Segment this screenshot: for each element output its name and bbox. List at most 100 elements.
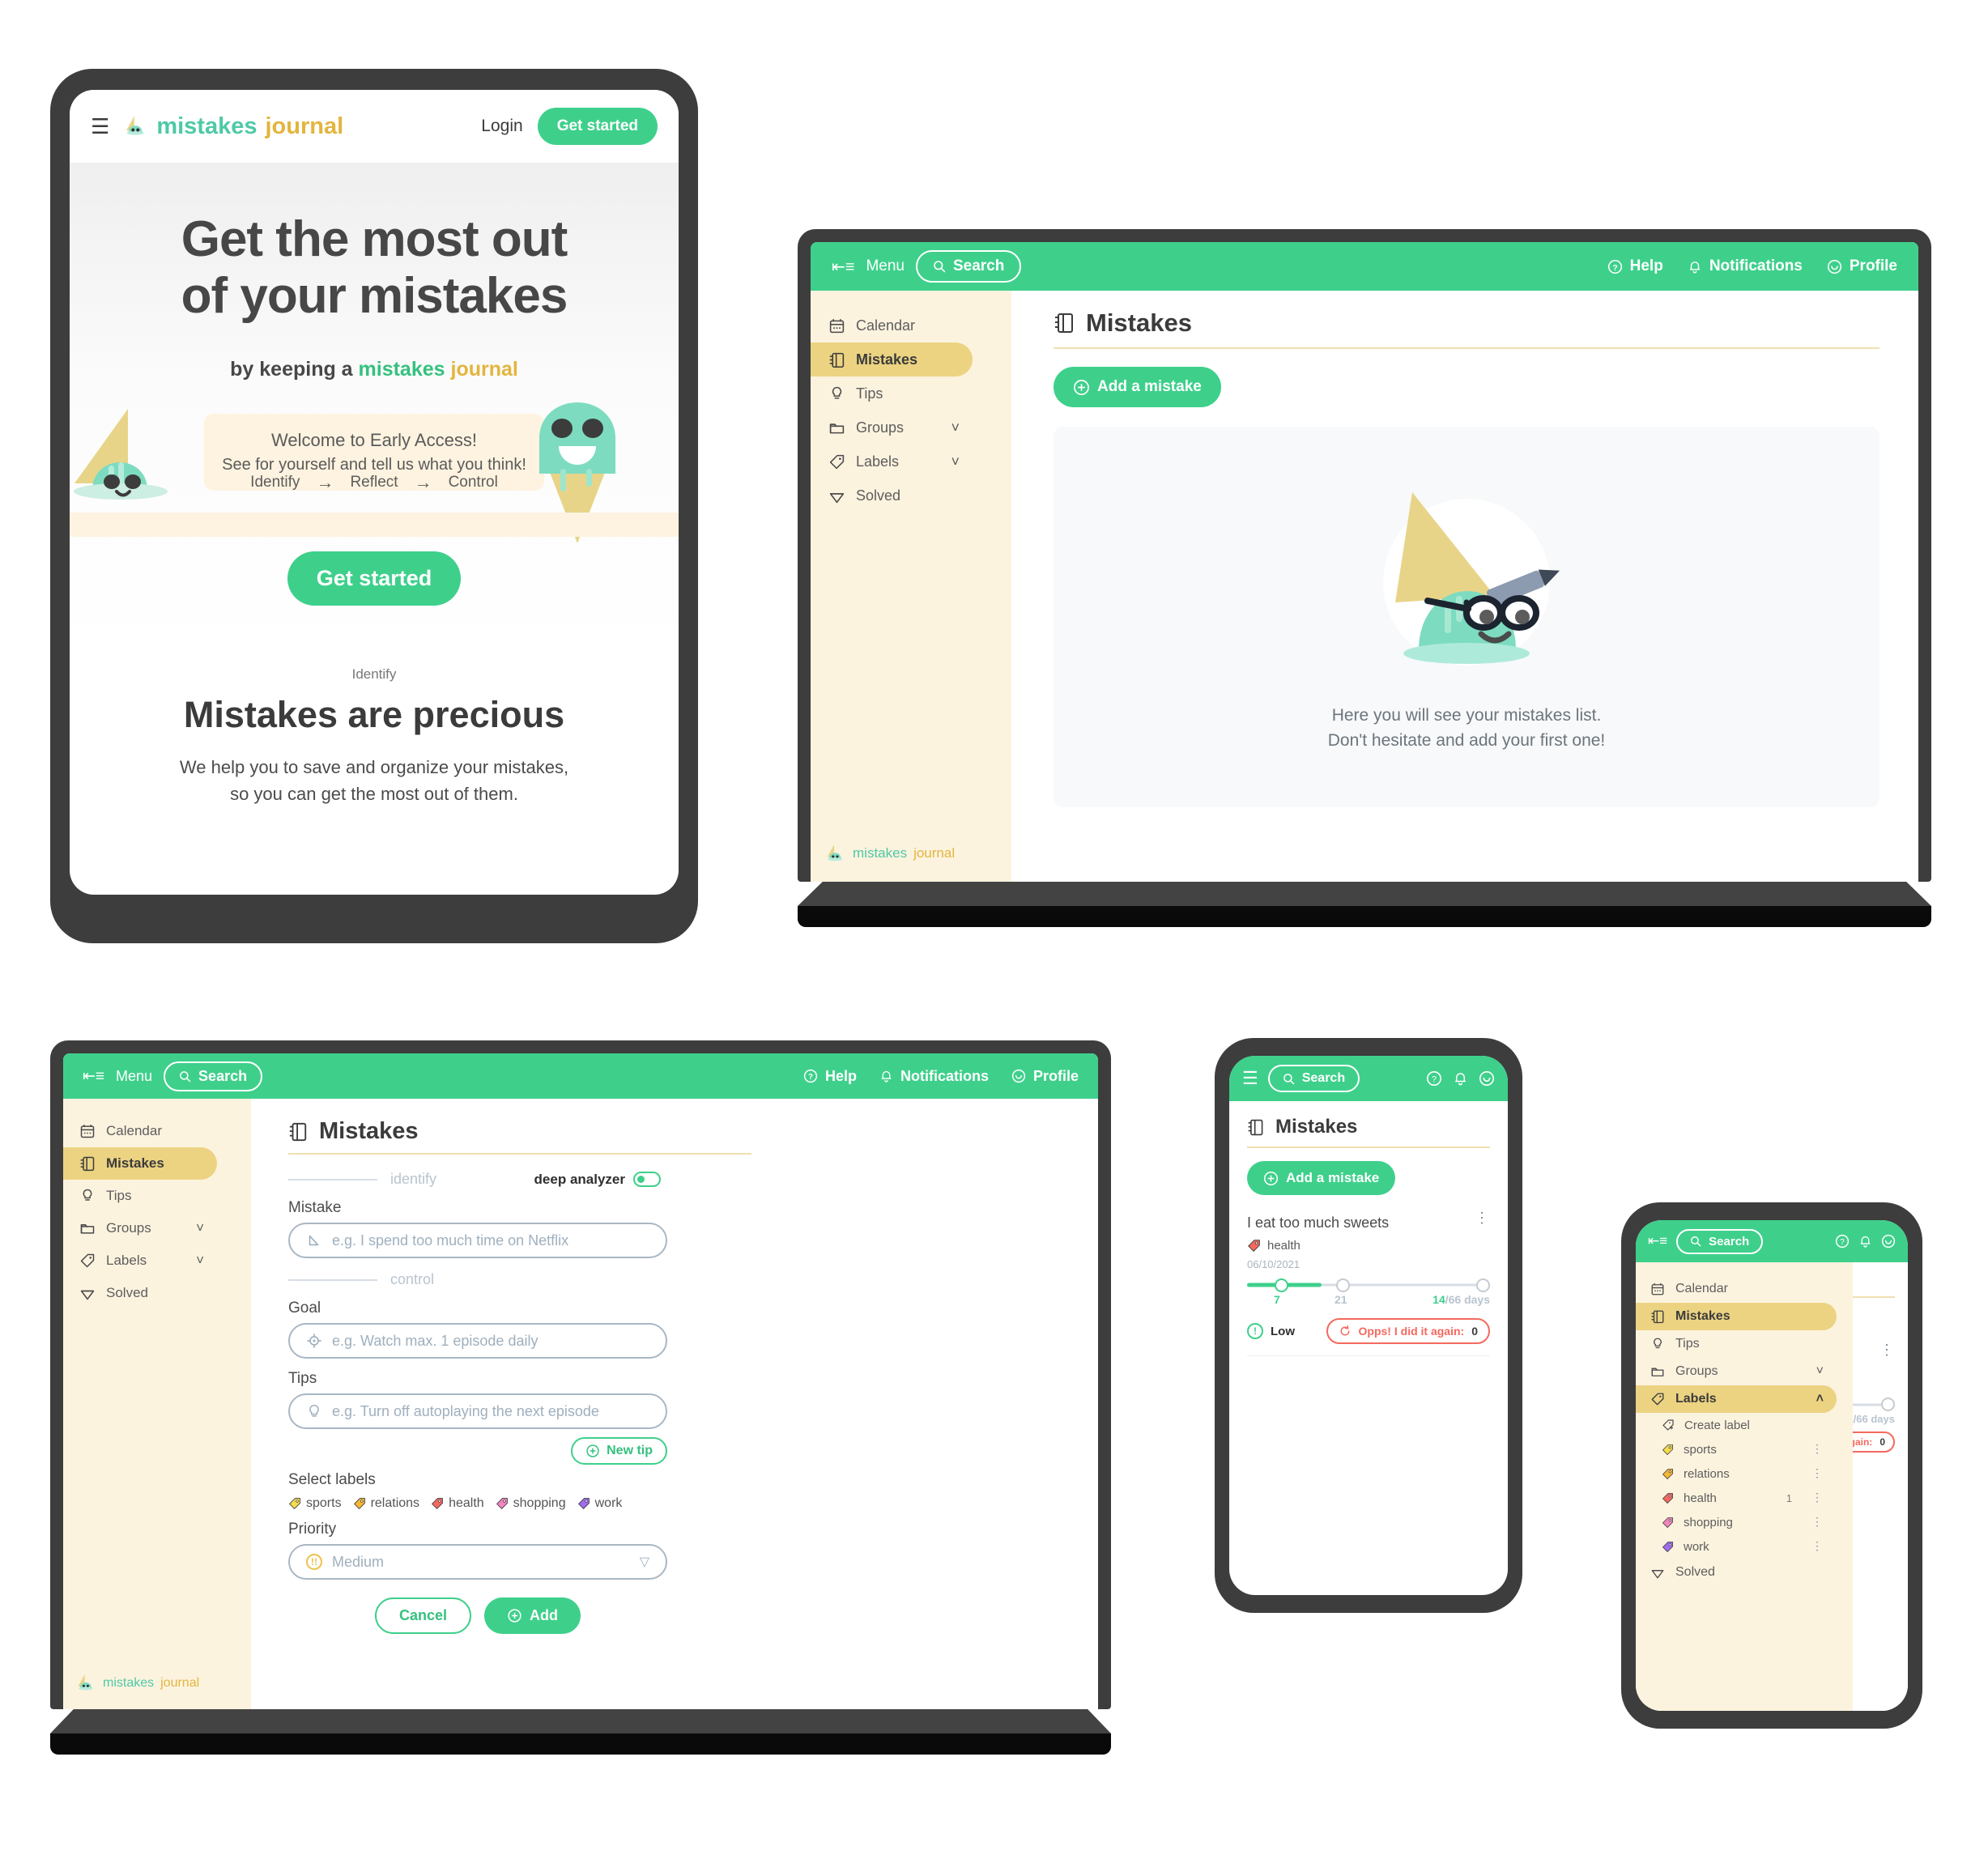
- hero-get-started-button[interactable]: Get started: [287, 551, 462, 606]
- sidebar-label-relations[interactable]: relations ⋮: [1636, 1461, 1837, 1486]
- card-menu-icon[interactable]: ⋮: [1879, 1342, 1895, 1357]
- landing-navbar: ☰ mistakes journal Login Get started: [70, 90, 679, 163]
- deep-analyzer-toggle[interactable]: [633, 1172, 661, 1187]
- collapse-menu-icon[interactable]: ⇤≡: [83, 1067, 104, 1086]
- add-mistake-button[interactable]: Add a mistake: [1247, 1161, 1396, 1195]
- label-menu-icon[interactable]: ⋮: [1811, 1491, 1824, 1502]
- notifications-button[interactable]: Notifications: [1688, 257, 1803, 275]
- priority-low-icon: !: [1247, 1323, 1263, 1339]
- goal-input[interactable]: e.g. Watch max. 1 episode daily: [288, 1323, 667, 1359]
- sidebar-item-tips[interactable]: Tips: [811, 376, 973, 411]
- progress-labels: 7 21 14/66 days: [1247, 1293, 1490, 1309]
- sidebar-overlay: Calendar Mistakes Tips Groups ˅ Labels ˄ Create…: [1636, 1262, 1853, 1711]
- chevron-icon[interactable]: ˅: [196, 1253, 204, 1269]
- chevron-icon[interactable]: ˅: [951, 419, 960, 436]
- cancel-button[interactable]: Cancel: [374, 1597, 472, 1634]
- mistake-input[interactable]: e.g. I spend too much time on Netflix: [288, 1223, 667, 1258]
- sidebar-item-groups[interactable]: Groups ˅: [63, 1212, 217, 1244]
- sidebar-item-mistakes[interactable]: Mistakes: [811, 342, 973, 376]
- sidebar-item-labels[interactable]: Labels ˄: [1636, 1385, 1837, 1413]
- sidebar-label-shopping[interactable]: shopping ⋮: [1636, 1510, 1837, 1534]
- mistake-card[interactable]: I eat too much sweets ⋮ health 06/10/202…: [1247, 1210, 1490, 1356]
- help-button[interactable]: ? Help: [1607, 257, 1663, 275]
- plus-circle-icon: [1074, 379, 1089, 395]
- did-it-again-button[interactable]: Opps! I did it again: 0: [1326, 1318, 1490, 1344]
- search-button[interactable]: Search: [1676, 1228, 1764, 1254]
- chevron-icon[interactable]: ˅: [951, 453, 960, 470]
- label-chip-sports[interactable]: sports: [288, 1496, 342, 1511]
- bell-icon[interactable]: [1453, 1070, 1468, 1087]
- get-started-nav-button[interactable]: Get started: [537, 108, 658, 145]
- label-menu-icon[interactable]: ⋮: [1811, 1467, 1824, 1478]
- sidebar-label-sports[interactable]: sports ⋮: [1636, 1437, 1837, 1461]
- menu-label[interactable]: Menu: [866, 257, 905, 275]
- sidebar-item-solved[interactable]: Solved: [1636, 1559, 1837, 1586]
- menu-label[interactable]: Menu: [116, 1068, 152, 1085]
- hero-section: Get the most out of your mistakes by kee…: [70, 163, 679, 649]
- new-tip-button[interactable]: New tip: [571, 1437, 667, 1465]
- sidebar-label-health[interactable]: health 1 ⋮: [1636, 1486, 1837, 1510]
- notifications-button[interactable]: Notifications: [879, 1068, 989, 1085]
- collapse-menu-icon[interactable]: ⇤≡: [832, 257, 854, 277]
- phone-appbar-2: ⇤≡ Search ?: [1636, 1220, 1908, 1262]
- step-reflect: Reflect: [350, 474, 398, 491]
- label-menu-icon[interactable]: ⋮: [1811, 1516, 1824, 1526]
- sidebar-item-calendar[interactable]: Calendar: [811, 308, 973, 342]
- notifications-label: Notifications: [1709, 257, 1803, 274]
- login-link[interactable]: Login: [481, 117, 522, 136]
- sidebar-item-mistakes[interactable]: Mistakes: [63, 1147, 217, 1180]
- create-label-icon: [1662, 1419, 1674, 1431]
- bell-icon[interactable]: [1858, 1234, 1872, 1249]
- sidebar-label-work[interactable]: work ⋮: [1636, 1534, 1837, 1559]
- label-chip-work[interactable]: work: [577, 1496, 622, 1511]
- sidebar-item-mistakes[interactable]: Mistakes: [1636, 1303, 1837, 1330]
- sidebar: Calendar Mistakes Tips Groups ˅ Labels ˅ Solved…: [63, 1099, 251, 1709]
- sidebar-item-tips[interactable]: Tips: [1636, 1330, 1837, 1358]
- add-mistake-button[interactable]: Add a mistake: [1054, 367, 1221, 407]
- sidebar-label-text: health: [1684, 1491, 1717, 1505]
- sidebar-create-label[interactable]: Create label: [1636, 1413, 1853, 1437]
- sidebar-item-calendar[interactable]: Calendar: [63, 1115, 217, 1147]
- label-menu-icon[interactable]: ⋮: [1811, 1443, 1824, 1453]
- profile-icon[interactable]: [1479, 1070, 1495, 1087]
- help-icon[interactable]: ?: [1426, 1070, 1442, 1087]
- tips-input[interactable]: e.g. Turn off autoplaying the next episo…: [288, 1393, 667, 1429]
- tag-icon: [1651, 1393, 1664, 1406]
- search-button[interactable]: Search: [915, 250, 1022, 283]
- chevron-icon[interactable]: ˅: [1816, 1364, 1824, 1379]
- sidebar-item-groups[interactable]: Groups ˅: [811, 411, 973, 445]
- hamburger-icon[interactable]: ☰: [91, 114, 109, 139]
- search-button[interactable]: Search: [164, 1061, 263, 1091]
- collapse-menu-icon[interactable]: ⇤≡: [1648, 1233, 1667, 1249]
- profile-icon[interactable]: [1881, 1234, 1896, 1249]
- identify-label: identify: [390, 1171, 437, 1187]
- sidebar-item-labels[interactable]: Labels ˅: [811, 445, 973, 479]
- help-button[interactable]: ? Help: [803, 1068, 857, 1085]
- sidebar-item-solved[interactable]: Solved: [811, 479, 973, 513]
- add-button[interactable]: Add: [484, 1597, 581, 1634]
- mascot-logo-icon: [78, 1674, 93, 1691]
- brand-logo[interactable]: mistakes journal: [124, 113, 343, 140]
- sidebar-item-labels[interactable]: Labels ˅: [63, 1244, 217, 1277]
- label-chip-relations[interactable]: relations: [353, 1496, 419, 1511]
- priority-select[interactable]: !! Medium ▽: [288, 1544, 667, 1580]
- tag-icon: [829, 454, 845, 469]
- profile-button[interactable]: Profile: [1827, 257, 1897, 275]
- page-title: Mistakes: [1247, 1116, 1490, 1138]
- label-menu-icon[interactable]: ⋮: [1811, 1540, 1824, 1551]
- label-chip-shopping[interactable]: shopping: [496, 1496, 566, 1511]
- sidebar-nav-list: Calendar Mistakes Tips Groups ˅ Labels ˅ Solved: [811, 308, 1011, 513]
- hamburger-icon[interactable]: ☰: [1242, 1068, 1258, 1089]
- profile-button[interactable]: Profile: [1011, 1068, 1079, 1085]
- sidebar-item-tips[interactable]: Tips: [63, 1180, 217, 1212]
- card-menu-icon[interactable]: ⋮: [1475, 1210, 1490, 1225]
- label-chip-health[interactable]: health: [431, 1496, 484, 1511]
- sidebar-item-groups[interactable]: Groups ˅: [1636, 1358, 1837, 1385]
- search-button[interactable]: Search: [1267, 1065, 1360, 1092]
- sidebar-item-calendar[interactable]: Calendar: [1636, 1275, 1837, 1303]
- chevron-icon[interactable]: ˄: [1816, 1392, 1824, 1406]
- chevron-icon[interactable]: ˅: [196, 1220, 204, 1236]
- help-icon[interactable]: ?: [1835, 1234, 1850, 1249]
- section-heading: Mistakes are precious: [183, 694, 565, 735]
- sidebar-item-solved[interactable]: Solved: [63, 1277, 217, 1309]
